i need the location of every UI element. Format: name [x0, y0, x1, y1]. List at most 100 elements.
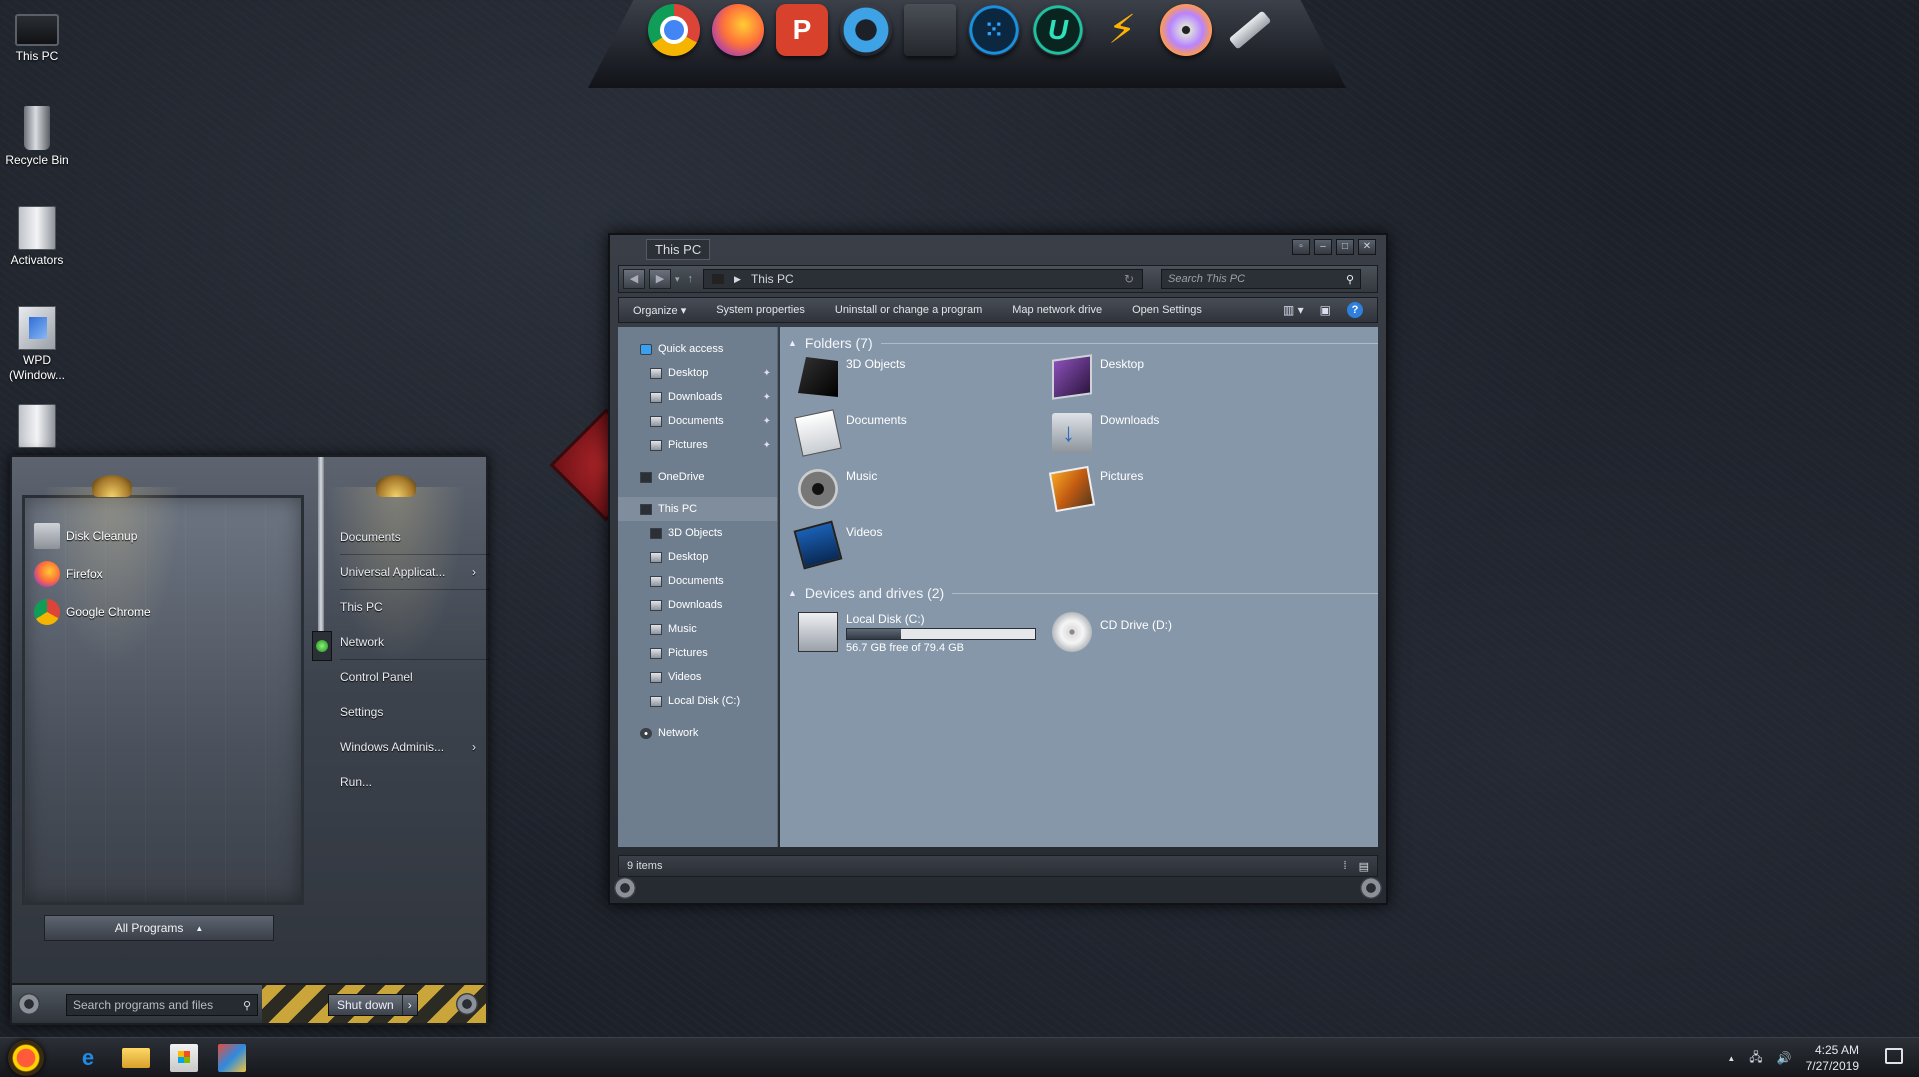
start-link-this-pc[interactable]: This PC — [340, 589, 490, 624]
window-menu-button[interactable]: ▫ — [1292, 239, 1310, 255]
desktop-icon-label: Activators — [10, 253, 64, 267]
folder-tile-downloads[interactable]: Downloads — [1052, 413, 1292, 453]
clock-time: 4:25 AM — [1814, 1043, 1859, 1057]
nav-pc-documents[interactable]: Documents — [618, 569, 777, 593]
usb-drive-icon[interactable] — [1224, 4, 1276, 56]
nav-pc-local-disk[interactable]: Local Disk (C:) — [618, 689, 777, 713]
minimize-button[interactable]: – — [1314, 239, 1332, 255]
start-link-settings[interactable]: Settings — [340, 694, 490, 729]
group-title: Folders (7) — [804, 335, 873, 351]
drive-tile-cd[interactable]: CD Drive (D:) — [1052, 612, 1292, 652]
nav-pc-downloads[interactable]: Downloads — [618, 593, 777, 617]
shutdown-button[interactable]: Shut down — [329, 995, 402, 1015]
nav-pc-pictures[interactable]: Pictures — [618, 641, 777, 665]
uninstall-program-button[interactable]: Uninstall or change a program — [835, 304, 982, 316]
preview-pane-icon[interactable]: ▣ — [1320, 303, 1331, 317]
volume-icon[interactable]: 🔊 — [1777, 1051, 1792, 1065]
map-network-drive-button[interactable]: Map network drive — [1012, 304, 1102, 316]
nav-qa-downloads[interactable]: Downloads ✦ — [618, 385, 777, 409]
nav-pc-music[interactable]: Music — [618, 617, 777, 641]
explorer-search-box[interactable]: ⚲ — [1161, 269, 1362, 289]
shutdown-options-arrow[interactable]: › — [401, 995, 417, 1015]
nav-this-pc[interactable]: This PC — [618, 497, 777, 521]
close-button[interactable]: ✕ — [1358, 239, 1376, 255]
nav-network[interactable]: Network — [618, 721, 777, 745]
multi-app-icon[interactable] — [218, 1044, 246, 1072]
u-app-icon[interactable]: U — [1032, 4, 1084, 56]
folder-tile-music[interactable]: Music — [798, 469, 1038, 509]
nav-qa-pictures[interactable]: Pictures ✦ — [618, 433, 777, 457]
desktop-icon-wpd[interactable]: WPD (Window... — [4, 306, 70, 383]
organize-menu[interactable]: Organize ▾ — [633, 304, 686, 317]
address-bar[interactable]: ▶ This PC ↻ — [703, 269, 1144, 289]
lightning-icon[interactable]: ⚡ — [1096, 4, 1148, 56]
search-icon[interactable]: ⚲ — [1346, 273, 1354, 286]
view-options-icon[interactable]: ▥ ▾ — [1283, 303, 1304, 317]
maximize-button[interactable]: □ — [1336, 239, 1354, 255]
nav-pc-desktop[interactable]: Desktop — [618, 545, 777, 569]
pinned-google-chrome[interactable]: Google Chrome — [34, 593, 151, 631]
folder-tile-documents[interactable]: Documents — [794, 409, 1038, 457]
back-button[interactable]: ◀ — [623, 269, 645, 289]
up-arrow-icon[interactable]: ↑ — [688, 273, 694, 285]
desktop-icon-activators[interactable]: Activators — [4, 206, 70, 268]
action-center-icon[interactable] — [1885, 1048, 1903, 1064]
start-link-control-panel[interactable]: Control Panel — [340, 659, 490, 694]
drive-tile-local-disk[interactable]: Local Disk (C:) 56.7 GB free of 79.4 GB — [798, 612, 1048, 654]
details-view-icon[interactable]: ⁞ — [1344, 860, 1347, 872]
start-search-box[interactable]: ⚲ — [66, 994, 258, 1016]
nav-qa-documents[interactable]: Documents ✦ — [618, 409, 777, 433]
clock[interactable]: 4:25 AM 7/27/2019 — [1806, 1042, 1859, 1074]
file-explorer-icon[interactable] — [122, 1048, 150, 1068]
start-button[interactable] — [8, 1040, 44, 1076]
folder-tile-videos[interactable]: Videos — [793, 520, 1038, 570]
folder-tile-pictures[interactable]: Pictures — [1048, 465, 1292, 513]
system-properties-button[interactable]: System properties — [716, 304, 805, 316]
settings-gear-icon[interactable] — [840, 4, 892, 56]
item-count: 9 items — [627, 860, 663, 872]
start-link-windows-administrative[interactable]: Windows Adminis... › — [340, 729, 490, 764]
explorer-search-input[interactable] — [1168, 273, 1346, 285]
network-icon[interactable]: 🖧 — [1749, 1048, 1762, 1069]
desktop-icon-this-pc[interactable]: This PC — [4, 8, 70, 64]
help-icon[interactable]: ? — [1347, 302, 1363, 318]
chrome-icon[interactable] — [648, 4, 700, 56]
start-link-documents[interactable]: Documents — [340, 519, 490, 554]
pinned-firefox[interactable]: Firefox — [34, 555, 151, 593]
all-programs-button[interactable]: All Programs ▲ — [44, 915, 274, 941]
start-link-universal-applications[interactable]: Universal Applicat... › — [340, 554, 490, 589]
start-link-network[interactable]: Network — [340, 624, 490, 659]
open-settings-button[interactable]: Open Settings — [1132, 304, 1202, 316]
cd-disc-icon[interactable] — [1160, 4, 1212, 56]
nav-qa-desktop[interactable]: Desktop ✦ — [618, 361, 777, 385]
search-icon[interactable]: ⚲ — [243, 999, 251, 1012]
nav-pc-3d-objects[interactable]: 3D Objects — [618, 521, 777, 545]
start-link-run[interactable]: Run... — [340, 764, 490, 799]
folder-tile-3d-objects[interactable]: 3D Objects — [798, 357, 1038, 397]
drives-group-header[interactable]: ▲ Devices and drives (2) — [788, 585, 1378, 601]
folder-tile-desktop[interactable]: Desktop — [1052, 354, 1292, 400]
firefox-icon[interactable] — [712, 4, 764, 56]
dots-app-icon[interactable]: ⁙ — [968, 4, 1020, 56]
refresh-icon[interactable]: ↻ — [1124, 272, 1134, 286]
start-search-input[interactable] — [73, 998, 243, 1012]
show-hidden-icons-icon[interactable]: ▲ — [1727, 1054, 1735, 1063]
large-icons-view-icon[interactable]: ▤ — [1359, 860, 1369, 873]
p-icon[interactable]: P — [776, 4, 828, 56]
desktop-icon-recycle-bin[interactable]: Recycle Bin — [4, 106, 70, 168]
system-monitor-icon[interactable] — [904, 4, 956, 56]
desktop-icon-folder[interactable] — [4, 404, 70, 451]
chevron-down-icon[interactable]: ▾ — [675, 274, 680, 285]
store-icon[interactable] — [170, 1044, 198, 1072]
nav-label: Local Disk (C:) — [668, 695, 741, 707]
edge-icon[interactable]: e — [74, 1044, 102, 1072]
lamp-icon — [92, 475, 132, 497]
pinned-disk-cleanup[interactable]: Disk Cleanup — [34, 517, 151, 555]
nav-quick-access[interactable]: Quick access — [618, 337, 777, 361]
folders-group-header[interactable]: ▲ Folders (7) — [788, 335, 1378, 351]
pinned-label: Google Chrome — [66, 605, 151, 619]
nav-onedrive[interactable]: OneDrive — [618, 465, 777, 489]
nav-pc-videos[interactable]: Videos — [618, 665, 777, 689]
address-row: ◀ ▶ ▾ ↑ ▶ This PC ↻ ⚲ — [618, 265, 1378, 293]
forward-button[interactable]: ▶ — [649, 269, 671, 289]
